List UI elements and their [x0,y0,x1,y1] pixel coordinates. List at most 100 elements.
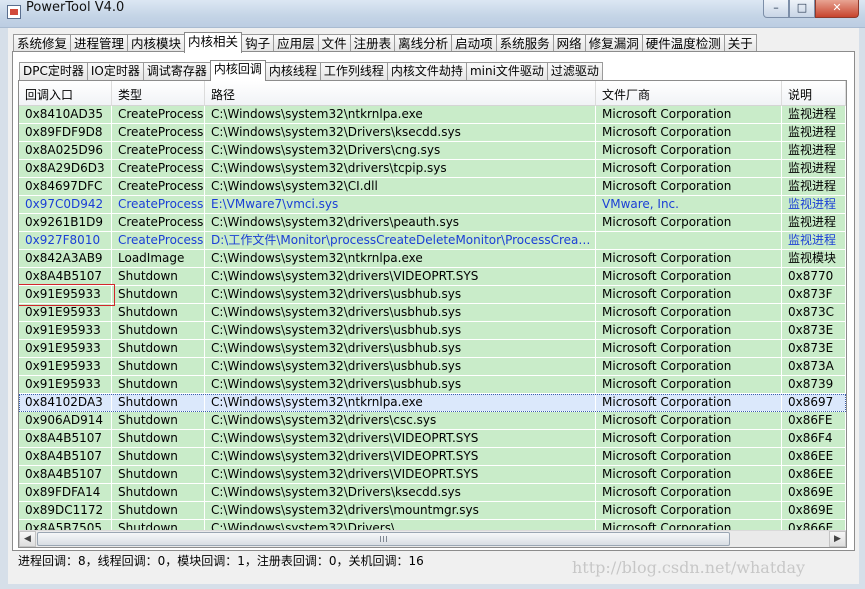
status-bar: 进程回调：8，线程回调：0，模块回调：1，注册表回调：0，关机回调：16 [18,554,424,568]
cell-description: 0x873E [782,322,846,340]
table-row[interactable]: 0x89FDFA14 Shutdown C:\Windows\system32\Dr… [19,484,846,502]
tab-sub-8[interactable]: 过滤驱动 [546,62,603,81]
horizontal-scrollbar[interactable]: ◀ ▶ [19,530,846,547]
table-row[interactable]: 0x842A3AB9 LoadImage C:\Windows\system32\n… [19,250,846,268]
table-row[interactable]: 0x91E95933 Shutdown C:\Windows\system32\dr… [19,286,846,304]
tab-sub-5[interactable]: 工作列线程 [319,62,388,81]
cell-callback-entry: 0x84697DFC [19,178,112,196]
table-row[interactable]: 0x97C0D942 CreateProcess E:\VMware7\vmci.s… [19,196,846,214]
cell-path: C:\Windows\system32\Drivers\ksecdd.sys [205,124,596,142]
scroll-left-icon[interactable]: ◀ [19,531,36,547]
cell-description: 0x86F4 [782,430,846,448]
table-row[interactable]: 0x91E95933 Shutdown C:\Windows\system32\dr… [19,340,846,358]
table-row[interactable]: 0x906AD914 Shutdown C:\Windows\system32\dr… [19,412,846,430]
table-body: 0x8410AD35 CreateProcess C:\Windows\system… [19,106,846,530]
cell-callback-entry: 0x89FDFA14 [19,484,112,502]
table-row[interactable]: 0x8A4B5107 Shutdown C:\Windows\system32\dr… [19,448,846,466]
cell-vendor: Microsoft Corporation [596,286,782,304]
table-row[interactable]: 0x927F8010 CreateProcess D:\工作文件\Monitor\p… [19,232,846,250]
cell-path: C:\Windows\system32\drivers\usbhub.sys [205,340,596,358]
cell-path: C:\Windows\system32\drivers\tcpip.sys [205,160,596,178]
tab-sub-7[interactable]: mini文件驱动 [465,62,548,81]
cell-callback-entry: 0x842A3AB9 [19,250,112,268]
table-row[interactable]: 0x8A025D96 CreateProcess C:\Windows\system… [19,142,846,160]
cell-callback-entry: 0x91E95933 [19,322,112,340]
table-row[interactable]: 0x8A4B5107 Shutdown C:\Windows\system32\dr… [19,466,846,484]
cell-description: 0x8770 [782,268,846,286]
cell-description: 监视进程 [782,232,846,250]
tab-sub-4[interactable]: 内核线程 [264,62,321,81]
table-row[interactable]: 0x91E95933 Shutdown C:\Windows\system32\dr… [19,358,846,376]
table-row[interactable]: 0x91E95933 Shutdown C:\Windows\system32\dr… [19,322,846,340]
cell-callback-entry: 0x91E95933 [19,304,112,322]
table-row[interactable]: 0x89DC1172 Shutdown C:\Windows\system32\dr… [19,502,846,520]
column-header-description[interactable]: 说明 [782,81,846,106]
main-client: 系统修复 进程管理 内核模块 内核相关 钩子 应用层 文件 注册表 离线分析 启动项 系统服务 网络修… [8,28,859,584]
cell-path: C:\Windows\system32\ntkrnlpa.exe [205,250,596,268]
cell-callback-entry: 0x8410AD35 [19,106,112,124]
cell-vendor: Microsoft Corporation [596,412,782,430]
column-header-callback-entry[interactable]: 回调入口 [19,81,112,106]
table-row[interactable]: 0x9261B1D9 CreateProcess C:\Windows\system… [19,214,846,232]
cell-type: Shutdown [112,340,205,358]
table-row[interactable]: 0x91E95933 Shutdown C:\Windows\system32\dr… [19,376,846,394]
cell-callback-entry: 0x84102DA3 [19,394,112,412]
cell-description: 监视进程 [782,196,846,214]
table-row[interactable]: 0x8A5B7505 Shutdown C:\Windows\system32\Dr… [19,520,846,530]
cell-path: C:\Windows\system32\Drivers\ksecdd.sys [205,484,596,502]
table-row[interactable]: 0x89FDF9D8 CreateProcess C:\Windows\system… [19,124,846,142]
cell-description: 监视进程 [782,106,846,124]
table-row[interactable]: 0x91E95933 Shutdown C:\Windows\system32\dr… [19,304,846,322]
cell-vendor: Microsoft Corporation [596,214,782,232]
cell-type: Shutdown [112,268,205,286]
cell-callback-entry: 0x9261B1D9 [19,214,112,232]
cell-callback-entry: 0x8A4B5107 [19,466,112,484]
table-row[interactable]: 0x8A4B5107 Shutdown C:\Windows\system32\dr… [19,268,846,286]
table-row[interactable]: 0x8410AD35 CreateProcess C:\Windows\system… [19,106,846,124]
maximize-button[interactable]: □ [789,0,815,18]
cell-path: C:\Windows\system32\ntkrnlpa.exe [205,394,596,412]
cell-vendor: Microsoft Corporation [596,430,782,448]
cell-description: 0x866E [782,520,846,530]
column-header-vendor[interactable]: 文件厂商 [596,81,782,106]
tab-sub-6[interactable]: 内核文件劫持 [386,62,467,81]
cell-vendor: VMware, Inc. [596,196,782,214]
cell-vendor: Microsoft Corporation [596,340,782,358]
cell-type: CreateProcess [112,196,205,214]
cell-path: E:\VMware7\vmci.sys [205,196,596,214]
tab-main-3[interactable]: 内核相关 [184,32,243,53]
cell-type: Shutdown [112,520,205,530]
cell-path: C:\Windows\system32\ntkrnlpa.exe [205,106,596,124]
cell-vendor: Microsoft Corporation [596,106,782,124]
cell-path: C:\Windows\system32\drivers\usbhub.sys [205,358,596,376]
column-header-type[interactable]: 类型 [112,81,205,106]
cell-description: 监视进程 [782,124,846,142]
minimize-button[interactable]: – [763,0,789,18]
table-row[interactable]: 0x84102DA3 Shutdown C:\Windows\system32\nt… [19,394,846,412]
scroll-thumb[interactable] [37,532,730,546]
cell-description: 0x869E [782,502,846,520]
cell-type: CreateProcess [112,214,205,232]
tab-sub-0[interactable]: DPC定时器 [19,62,88,81]
cell-callback-entry: 0x906AD914 [19,412,112,430]
tab-sub-1[interactable]: IO定时器 [86,62,144,81]
cell-type: Shutdown [112,358,205,376]
cell-type: Shutdown [112,394,205,412]
table-row[interactable]: 0x84697DFC CreateProcess C:\Windows\system… [19,178,846,196]
cell-path: C:\Windows\system32\Drivers\... [205,520,596,530]
scroll-right-icon[interactable]: ▶ [829,531,846,547]
tab-sub-2[interactable]: 调试寄存器 [142,62,211,81]
cell-type: CreateProcess [112,232,205,250]
cell-path: C:\Windows\system32\drivers\VIDEOPRT.SYS [205,268,596,286]
tab-sub-3[interactable]: 内核回调 [209,60,266,81]
cell-type: CreateProcess [112,124,205,142]
cell-callback-entry: 0x89DC1172 [19,502,112,520]
cell-vendor: Microsoft Corporation [596,304,782,322]
cell-vendor: Microsoft Corporation [596,520,782,530]
cell-description: 0x86EE [782,466,846,484]
cell-vendor [596,232,782,250]
close-button[interactable]: ✕ [815,0,859,18]
table-row[interactable]: 0x8A29D6D3 CreateProcess C:\Windows\system… [19,160,846,178]
column-header-path[interactable]: 路径 [205,81,596,106]
table-row[interactable]: 0x8A4B5107 Shutdown C:\Windows\system32\dr… [19,430,846,448]
